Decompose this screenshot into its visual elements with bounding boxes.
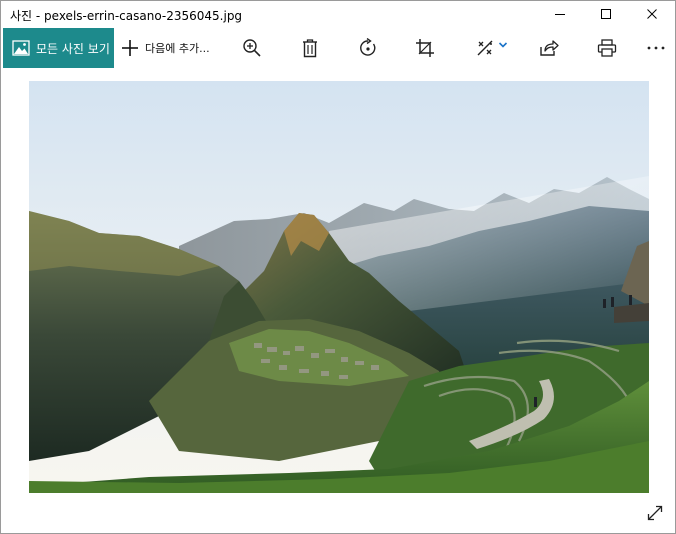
- delete-icon: [303, 39, 317, 58]
- plus-icon: [122, 40, 138, 56]
- share-button[interactable]: [529, 28, 569, 68]
- print-button[interactable]: [587, 28, 627, 68]
- photos-app-window: 사진 - pexels-errin-casano-2356045.jpg 모든 …: [0, 0, 676, 534]
- more-icon: [647, 46, 665, 50]
- photo-canvas[interactable]: [29, 81, 649, 493]
- minimize-button[interactable]: [537, 1, 583, 27]
- more-button[interactable]: [636, 28, 676, 68]
- edit-icon: [477, 40, 492, 56]
- rotate-button[interactable]: [348, 28, 388, 68]
- window-controls: [537, 1, 675, 27]
- chevron-down-icon: [498, 42, 507, 48]
- maximize-button[interactable]: [583, 1, 629, 27]
- crop-icon: [416, 39, 434, 57]
- edit-create-button[interactable]: [467, 28, 515, 68]
- add-to-label: 다음에 추가...: [145, 42, 210, 55]
- title-bar[interactable]: 사진 - pexels-errin-casano-2356045.jpg: [1, 1, 675, 27]
- fullscreen-icon: [647, 505, 663, 521]
- maximize-icon: [601, 9, 611, 19]
- all-photos-button[interactable]: 모든 사진 보기: [3, 28, 114, 68]
- zoom-button[interactable]: [232, 28, 272, 68]
- minimize-icon: [555, 14, 565, 15]
- rotate-icon: [360, 38, 376, 56]
- toolbar: 모든 사진 보기 다음에 추가...: [1, 28, 675, 68]
- close-icon: [647, 9, 657, 19]
- window-title: 사진 - pexels-errin-casano-2356045.jpg: [10, 9, 243, 23]
- close-button[interactable]: [629, 1, 675, 27]
- photo-gallery-icon: [12, 40, 30, 56]
- delete-button[interactable]: [290, 28, 330, 68]
- share-icon: [540, 40, 559, 56]
- crop-button[interactable]: [405, 28, 445, 68]
- fullscreen-button[interactable]: [643, 501, 667, 525]
- add-to-button[interactable]: 다음에 추가...: [121, 28, 210, 68]
- print-icon: [597, 39, 617, 57]
- landscape-photo: [29, 81, 649, 493]
- all-photos-label: 모든 사진 보기: [36, 41, 110, 56]
- zoom-in-icon: [243, 39, 261, 57]
